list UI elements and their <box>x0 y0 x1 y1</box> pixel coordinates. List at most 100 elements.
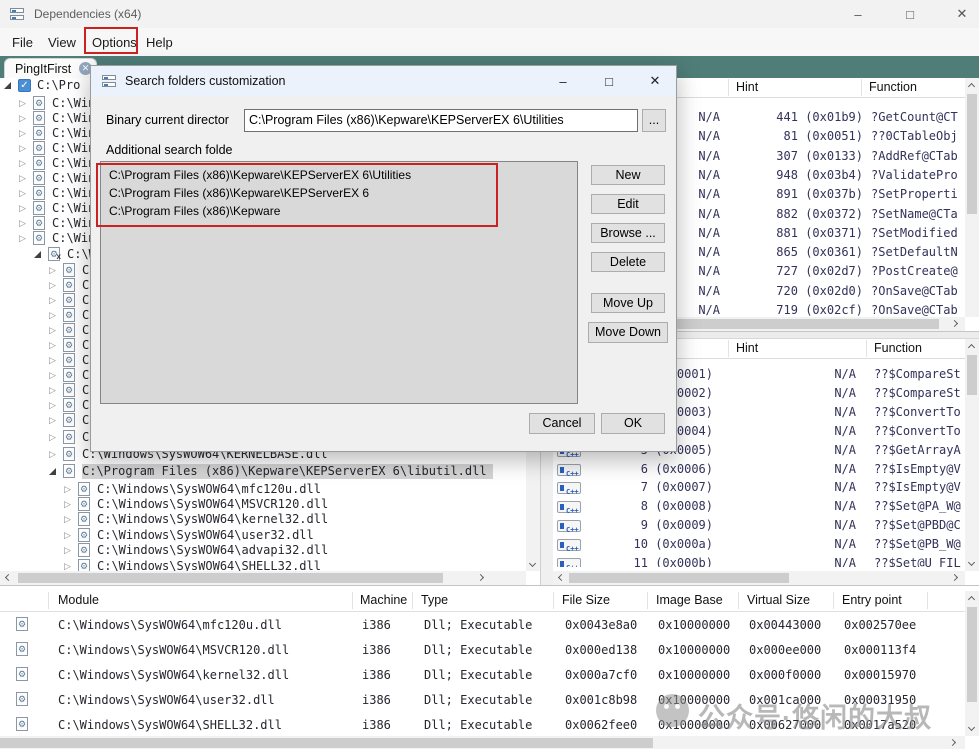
chevron-right-icon[interactable]: ▷ <box>64 483 71 496</box>
minimize-button[interactable]: – <box>836 0 880 28</box>
chevron-right-icon[interactable]: ▷ <box>64 513 71 526</box>
exports-hint-column-header[interactable]: Hint <box>736 341 758 355</box>
new-button[interactable]: New <box>591 165 665 185</box>
col-image-base[interactable]: Image Base <box>656 593 723 607</box>
exports-function-column-header[interactable]: Function <box>874 341 922 355</box>
export-row[interactable]: C++8 (0x0008)N/A??$Set@PA_W@ <box>553 497 965 516</box>
browse-button[interactable]: Browse ... <box>591 223 665 243</box>
checked-checkbox[interactable]: ✓ <box>18 79 31 92</box>
chevron-right-icon[interactable]: ▷ <box>49 309 56 322</box>
chevron-right-icon[interactable]: ▷ <box>49 384 56 397</box>
chevron-right-icon[interactable]: ▷ <box>19 202 26 215</box>
module-doc-icon: ⚙ <box>78 543 90 557</box>
cpp-export-icon: C++ <box>557 482 581 494</box>
chevron-right-icon[interactable]: ▷ <box>19 127 26 140</box>
binary-dir-input[interactable]: C:\Program Files (x86)\Kepware\KEPServer… <box>244 109 638 132</box>
chevron-right-icon[interactable]: ▷ <box>19 172 26 185</box>
col-module[interactable]: Module <box>58 593 99 607</box>
module-doc-icon: ⚙ <box>78 497 90 511</box>
import-hint: 865 (0x0361) <box>723 243 863 262</box>
col-virtual-size[interactable]: Virtual Size <box>747 593 810 607</box>
module-table-row[interactable]: ⚙C:\Windows\SysWOW64\user32.dlli386Dll; … <box>0 688 965 713</box>
module-table-row[interactable]: ⚙C:\Windows\SysWOW64\mfc120u.dlli386Dll;… <box>0 613 965 638</box>
cancel-button[interactable]: Cancel <box>529 413 595 434</box>
tree-row[interactable]: ▷⚙C:\Windows\SysWOW64\user32.dll <box>0 528 541 543</box>
col-file-size[interactable]: File Size <box>562 593 610 607</box>
export-row[interactable]: C++6 (0x0006)N/A??$IsEmpty@V <box>553 460 965 479</box>
tree-row-label: C:\Win <box>52 231 95 246</box>
chevron-right-icon[interactable]: ▷ <box>49 354 56 367</box>
delete-button[interactable]: Delete <box>591 252 665 272</box>
chevron-right-icon[interactable]: ▷ <box>19 157 26 170</box>
module-doc-icon: ⚙ <box>16 617 28 631</box>
chevron-right-icon[interactable]: ▷ <box>19 97 26 110</box>
tree-row[interactable]: ▷⚙C:\Windows\SysWOW64\MSVCR120.dll <box>0 497 541 512</box>
menu-item-help[interactable]: Help <box>142 33 177 52</box>
chevron-right-icon[interactable]: ▷ <box>19 217 26 230</box>
chevron-right-icon[interactable]: ▷ <box>19 142 26 155</box>
chevron-right-icon[interactable]: ▷ <box>64 498 71 511</box>
import-function: ?SetModified <box>871 224 958 243</box>
modules-vertical-scrollbar[interactable] <box>965 591 979 736</box>
chevron-expanded-icon[interactable] <box>49 468 56 475</box>
maximize-button[interactable]: □ <box>888 0 932 28</box>
module-doc-icon: ⚙ <box>63 398 75 412</box>
imports-hint-column-header[interactable]: Hint <box>736 80 758 94</box>
chevron-right-icon[interactable]: ▷ <box>19 187 26 200</box>
browse-short-button[interactable]: ... <box>642 109 666 132</box>
menu-item-file[interactable]: File <box>8 33 37 52</box>
tree-row[interactable]: ▷⚙C:\Windows\SysWOW64\kernel32.dll <box>0 512 541 527</box>
module-table-row[interactable]: ⚙C:\Windows\SysWOW64\MSVCR120.dlli386Dll… <box>0 638 965 663</box>
export-row[interactable]: C++9 (0x0009)N/A??$Set@PBD@C <box>553 516 965 535</box>
chevron-right-icon[interactable]: ▷ <box>19 112 26 125</box>
module-table-row[interactable]: ⚙C:\Windows\SysWOW64\SHELL32.dlli386Dll;… <box>0 713 965 735</box>
tree-horizontal-scrollbar[interactable] <box>0 571 526 585</box>
chevron-right-icon[interactable]: ▷ <box>49 339 56 352</box>
tab-pingitfirst[interactable]: PingItFirst ✕ <box>4 58 97 78</box>
edit-button[interactable]: Edit <box>591 194 665 214</box>
chevron-right-icon[interactable]: ▷ <box>49 431 56 444</box>
tree-row-label: C:\Win <box>52 201 95 216</box>
imports-function-column-header[interactable]: Function <box>869 80 917 94</box>
move-down-button[interactable]: Move Down <box>588 322 668 343</box>
module-cell-image-base: 0x10000000 <box>658 713 730 735</box>
module-doc-icon: ⚙ <box>63 464 75 478</box>
chevron-right-icon[interactable]: ▷ <box>64 529 71 542</box>
export-row[interactable]: C++10 (0x000a)N/A??$Set@PB_W@ <box>553 535 965 554</box>
chevron-right-icon[interactable]: ▷ <box>19 232 26 245</box>
imports-vertical-scrollbar[interactable] <box>965 78 979 317</box>
chevron-expanded-icon[interactable] <box>4 82 11 89</box>
dialog-close-button[interactable]: ✕ <box>635 66 675 96</box>
menu-item-view[interactable]: View <box>44 33 80 52</box>
chevron-right-icon[interactable]: ▷ <box>49 279 56 292</box>
chevron-right-icon[interactable]: ▷ <box>49 369 56 382</box>
module-cell-module: C:\Windows\SysWOW64\MSVCR120.dll <box>58 638 289 663</box>
col-machine[interactable]: Machine <box>360 593 407 607</box>
chevron-right-icon[interactable]: ▷ <box>49 264 56 277</box>
chevron-right-icon[interactable]: ▷ <box>49 399 56 412</box>
module-doc-icon: ⚙ <box>33 126 45 140</box>
dialog-maximize-button[interactable]: □ <box>589 66 629 96</box>
tree-row[interactable]: ⚙C:\Program Files (x86)\Kepware\KEPServe… <box>0 464 541 479</box>
tree-row[interactable]: ▷⚙C:\Windows\SysWOW64\advapi32.dll <box>0 543 541 558</box>
exports-horizontal-scrollbar[interactable] <box>553 571 965 585</box>
dialog-minimize-button[interactable]: – <box>543 66 583 96</box>
import-function: ?SetProperti <box>871 185 958 204</box>
modules-horizontal-scrollbar[interactable] <box>0 736 965 749</box>
tree-row[interactable]: ▷⚙C:\Windows\SysWOW64\mfc120u.dll <box>0 482 541 497</box>
export-row[interactable]: C++7 (0x0007)N/A??$IsEmpty@V <box>553 478 965 497</box>
chevron-right-icon[interactable]: ▷ <box>49 414 56 427</box>
chevron-expanded-icon[interactable] <box>34 251 41 258</box>
chevron-right-icon[interactable]: ▷ <box>49 324 56 337</box>
export-row[interactable]: C++11 (0x000b)N/A??$Set@U_FIL <box>553 554 965 567</box>
ok-button[interactable]: OK <box>601 413 665 434</box>
chevron-right-icon[interactable]: ▷ <box>64 544 71 557</box>
chevron-right-icon[interactable]: ▷ <box>49 294 56 307</box>
close-button[interactable]: ✕ <box>940 0 979 28</box>
move-up-button[interactable]: Move Up <box>591 293 665 313</box>
module-table-row[interactable]: ⚙C:\Windows\SysWOW64\kernel32.dlli386Dll… <box>0 663 965 688</box>
col-type[interactable]: Type <box>421 593 448 607</box>
exports-vertical-scrollbar[interactable] <box>965 339 979 571</box>
col-entry-point[interactable]: Entry point <box>842 593 902 607</box>
chevron-right-icon[interactable]: ▷ <box>49 448 56 461</box>
